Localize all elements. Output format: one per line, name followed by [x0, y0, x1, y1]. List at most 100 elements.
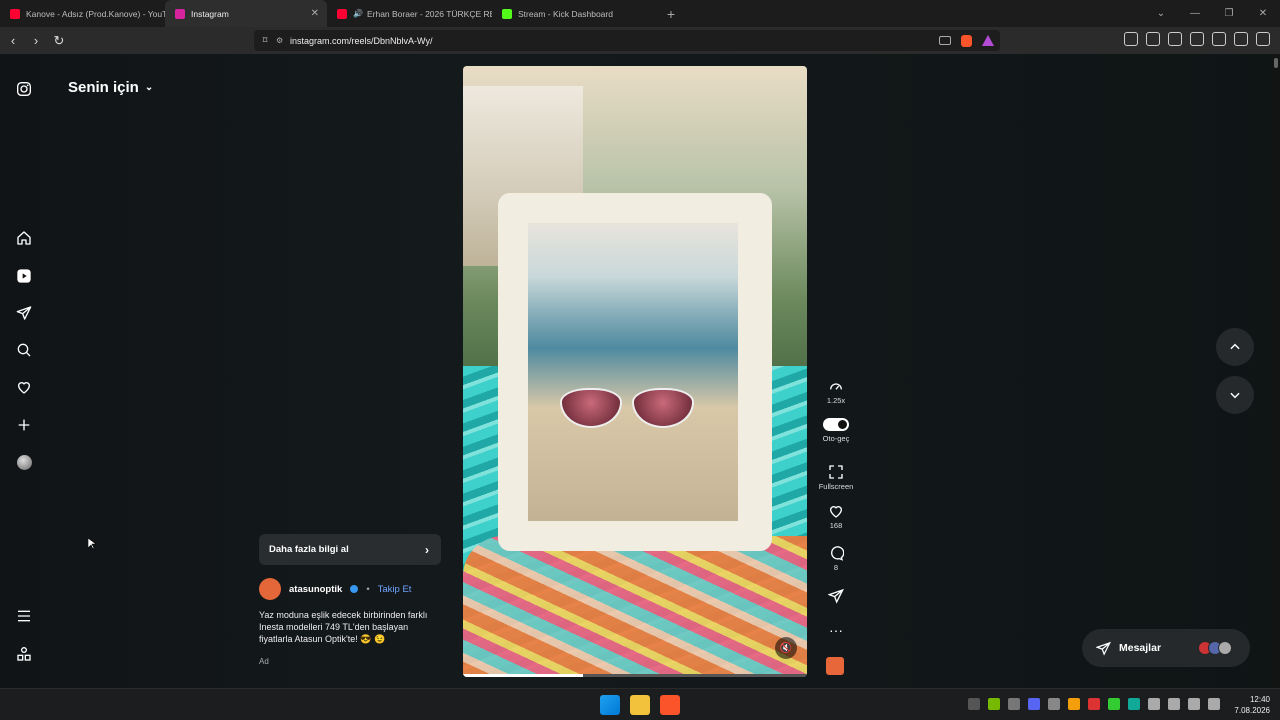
home-icon[interactable] [15, 229, 33, 247]
tray-app-icon[interactable] [968, 698, 980, 710]
author-name[interactable]: atasunoptik [289, 584, 342, 595]
next-reel-button[interactable] [1216, 376, 1254, 414]
instagram-sidebar [0, 54, 48, 688]
messages-label: Mesajlar [1119, 642, 1162, 654]
youtube-icon [337, 8, 347, 19]
instagram-favicon-icon [175, 8, 185, 19]
post-author: atasunoptik • Takip Et [259, 578, 411, 600]
toggle-switch[interactable] [823, 418, 849, 431]
direct-icon[interactable] [15, 304, 33, 322]
chevron-down-icon [1230, 392, 1240, 399]
restore-button[interactable]: ❐ [1212, 8, 1246, 19]
comment-button[interactable]: 8 [814, 545, 858, 572]
audio-playing-icon[interactable]: 🔊 [353, 9, 363, 18]
sunglasses-image [560, 388, 694, 428]
tab-label: Kanove - Adsız (Prod.Kanove) - YouTu [26, 8, 165, 19]
ad-label: Ad [259, 657, 269, 666]
learn-more-label: Daha fazla bilgi al [269, 544, 349, 555]
follow-button[interactable]: Takip Et [378, 584, 412, 595]
brave-shield-icon[interactable] [961, 34, 972, 47]
page-scrollbar[interactable] [1272, 54, 1280, 688]
profile-avatar[interactable] [15, 453, 33, 471]
extension-icons [1124, 32, 1270, 46]
author-avatar[interactable] [259, 578, 281, 600]
tray-app-icon[interactable] [1128, 698, 1140, 710]
nvidia-icon[interactable] [988, 698, 1000, 710]
new-tab-button[interactable]: + [661, 6, 681, 22]
clock-time: 12:40 [1249, 695, 1270, 704]
instagram-logo-icon[interactable] [15, 80, 33, 98]
menu-icon[interactable] [15, 607, 33, 625]
tab-instagram[interactable]: Instagram ✕ [165, 0, 327, 27]
autoplay-label: Oto-geç [822, 434, 850, 443]
tab-label: Erhan Boraer - 2026 TÜRKÇE REM [366, 8, 492, 19]
tray-app-icon[interactable] [1068, 698, 1080, 710]
wallet-icon[interactable] [1190, 32, 1204, 46]
battery-icon[interactable] [1208, 698, 1220, 710]
sidebar-icon[interactable] [1168, 32, 1182, 46]
tray-app-icon[interactable] [1048, 698, 1060, 710]
tray-app-icon[interactable] [1088, 698, 1100, 710]
url-text[interactable]: instagram.com/reels/DbnNblvA-Wy/ [290, 36, 432, 46]
minimize-button[interactable]: — [1178, 8, 1212, 19]
create-icon[interactable] [15, 416, 33, 434]
microphone-icon[interactable] [1148, 698, 1160, 710]
speedometer-icon [830, 383, 842, 390]
video-pool-float [463, 536, 807, 677]
brave-rewards-icon[interactable] [982, 35, 994, 46]
tray-app-icon[interactable] [1008, 698, 1020, 710]
more-icon[interactable] [15, 645, 33, 663]
tray-app-icon[interactable] [1108, 698, 1120, 710]
previous-reel-button[interactable] [1216, 328, 1254, 366]
chevron-down-icon: ⌄ [144, 82, 154, 93]
more-options-icon[interactable]: ··· [814, 622, 858, 638]
forward-button[interactable]: › [26, 31, 46, 51]
reels-icon[interactable] [15, 267, 33, 285]
vpn-icon[interactable] [1234, 32, 1248, 46]
audio-thumbnail[interactable] [826, 657, 844, 675]
network-icon[interactable] [1168, 698, 1180, 710]
mute-button[interactable]: 🔇 [775, 637, 797, 659]
browser-menu-icon[interactable] [1256, 32, 1270, 46]
cast-icon[interactable] [939, 36, 951, 45]
feed-selector[interactable]: Senin için ⌄ [68, 79, 153, 96]
tab-youtube-erhan[interactable]: 🔊 Erhan Boraer - 2026 TÜRKÇE REM [327, 0, 492, 27]
address-bar[interactable]: ⌑ ⚙ instagram.com/reels/DbnNblvA-Wy/ [254, 30, 1000, 51]
discord-icon[interactable] [1028, 698, 1040, 710]
brave-browser-icon[interactable] [660, 695, 680, 715]
tab-list-chevron-icon[interactable]: ⌄ [1144, 8, 1178, 19]
kick-icon [502, 8, 512, 19]
window-controls: ⌄ — ❐ ✕ [1144, 0, 1280, 27]
fullscreen-button[interactable]: Fullscreen [814, 464, 858, 491]
back-button[interactable]: ‹ [3, 31, 23, 51]
tab-label: Instagram [191, 8, 229, 19]
file-explorer-icon[interactable] [630, 695, 650, 715]
like-button[interactable]: 168 [814, 503, 858, 530]
learn-more-button[interactable]: Daha fazla bilgi al › [259, 534, 441, 565]
tab-youtube-kanove[interactable]: Kanove - Adsız (Prod.Kanove) - YouTu [0, 0, 165, 27]
close-window-button[interactable]: ✕ [1246, 8, 1280, 19]
comment-count: 8 [833, 563, 839, 572]
tab-kick-dashboard[interactable]: Stream - Kick Dashboard [492, 0, 657, 27]
leo-ai-icon[interactable] [1212, 32, 1226, 46]
reel-video[interactable]: 🔇 [463, 66, 807, 677]
video-progress[interactable] [463, 674, 807, 677]
search-icon[interactable] [15, 341, 33, 359]
music-icon[interactable] [1146, 32, 1160, 46]
extensions-icon[interactable] [1124, 32, 1138, 46]
site-info-icon[interactable]: ⚙ [276, 36, 290, 45]
heart-icon[interactable] [15, 378, 33, 396]
speed-button[interactable]: 1.25x [814, 378, 858, 405]
fullscreen-label: Fullscreen [818, 482, 854, 491]
separator-dot: • [366, 583, 370, 595]
tab-label: Stream - Kick Dashboard [518, 8, 613, 19]
autoplay-toggle[interactable]: Oto-geç [814, 418, 858, 443]
reload-button[interactable]: ↻ [49, 31, 69, 51]
messages-button[interactable]: Mesajlar [1082, 629, 1250, 667]
close-tab-icon[interactable]: ✕ [311, 8, 319, 19]
volume-icon[interactable] [1188, 698, 1200, 710]
start-button-icon[interactable] [600, 695, 620, 715]
bookmark-icon[interactable]: ⌑ [254, 35, 276, 46]
system-clock[interactable]: 12:40 7.08.2026 [1234, 694, 1270, 716]
share-button[interactable] [814, 588, 858, 606]
